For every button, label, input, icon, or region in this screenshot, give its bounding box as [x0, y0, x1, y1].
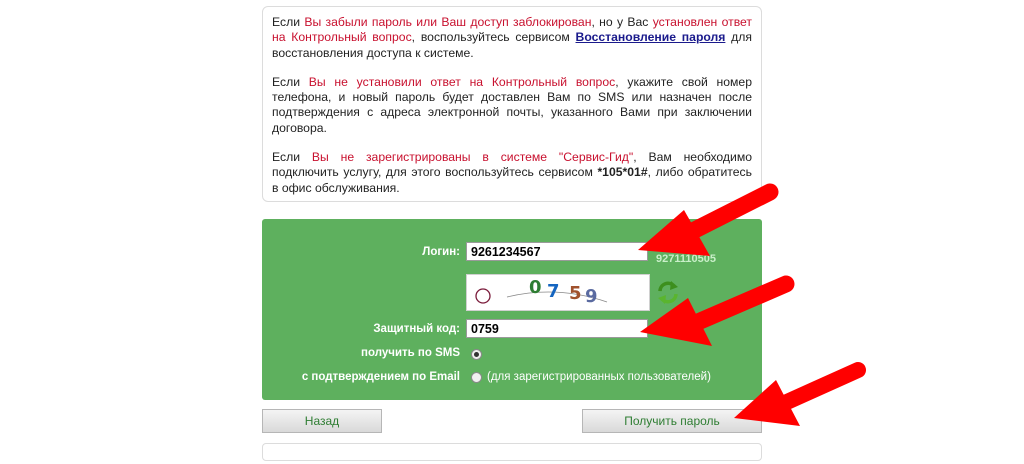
captcha-image: 0 7 5 9	[466, 274, 650, 311]
sms-option-label: получить по SMS	[361, 347, 460, 359]
sms-radio[interactable]	[471, 349, 482, 360]
captcha-char: 0	[529, 277, 542, 298]
back-button[interactable]: Назад	[262, 409, 382, 433]
info-text: , воспользуйтесь сервисом	[411, 30, 576, 45]
get-password-button[interactable]: Получить пароль	[582, 409, 762, 433]
info-highlight: Вы не установили ответ на Контрольный во…	[308, 74, 616, 89]
info-text: , но у Вас	[591, 15, 653, 29]
info-highlight: Вы забыли пароль или Ваш доступ заблокир…	[304, 15, 592, 29]
info-text: Если	[272, 74, 309, 89]
info-text: Если	[272, 15, 305, 29]
captcha-char: 9	[585, 286, 598, 307]
info-paragraph-forgot: Если Вы забыли пароль или Ваш доступ заб…	[272, 15, 752, 61]
email-option-note: (для зарегистрированных пользователей)	[487, 371, 711, 383]
password-recovery-link[interactable]: Восстановление пароля	[576, 30, 726, 44]
email-option-label: с подтверждением по Email	[301, 371, 460, 383]
email-radio[interactable]	[471, 372, 482, 383]
login-label: Логин:	[422, 246, 460, 258]
captcha-char: 7	[547, 281, 560, 302]
login-hint: ...ер, 9271110505	[656, 238, 716, 266]
recovery-form-panel: Логин: ...ер, 9271110505 0 7 5 9 Защитны…	[262, 219, 762, 400]
security-code-label: Защитный код:	[373, 323, 460, 335]
login-hint-line: 9271110505	[656, 253, 716, 265]
ussd-code: *105*01#	[597, 165, 648, 180]
info-box: Если Вы забыли пароль или Ваш доступ заб…	[262, 6, 762, 202]
captcha-drawing: 0 7 5 9	[475, 277, 608, 307]
bottom-panel	[262, 443, 762, 461]
info-paragraph-no-answer: Если Вы не установили ответ на Контрольн…	[272, 75, 752, 136]
captcha-char: 5	[569, 283, 582, 304]
captcha-refresh-icon[interactable]	[656, 279, 680, 305]
info-highlight: Вы не зарегистрированы в системе "Сервис…	[311, 150, 634, 165]
info-text: Если	[272, 150, 312, 165]
info-paragraph-not-registered: Если Вы не зарегистрированы в системе "С…	[272, 150, 752, 196]
login-hint-line: ...ер,	[656, 239, 682, 251]
security-code-input[interactable]	[466, 319, 648, 338]
login-input[interactable]	[466, 242, 648, 261]
